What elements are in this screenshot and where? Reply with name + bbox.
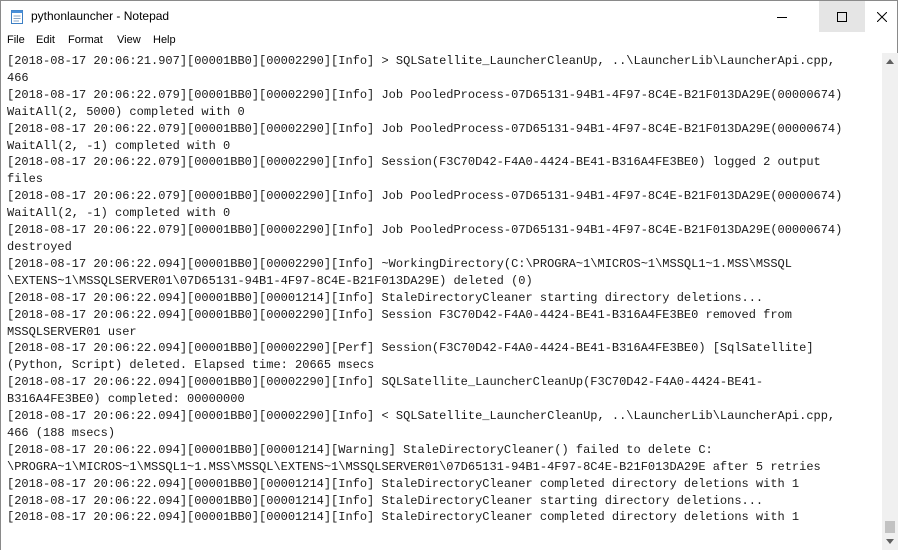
log-line: [2018-08-17 20:06:22.094][00001BB0][0000… — [7, 510, 800, 525]
maximize-icon — [837, 11, 847, 22]
minimize-button[interactable] — [759, 1, 805, 32]
menu-edit[interactable]: Edit — [36, 34, 55, 46]
log-line: B316A4FE3BE0) completed: 00000000 — [7, 392, 245, 407]
chevron-up-icon — [886, 59, 894, 64]
notepad-icon — [9, 9, 25, 25]
log-line: [2018-08-17 20:06:22.094][00001BB0][0000… — [7, 442, 713, 457]
notepad-window: pythonlauncher - Notepad File Edit Forma… — [0, 0, 898, 550]
scroll-thumb[interactable] — [885, 521, 895, 533]
log-line: [2018-08-17 20:06:22.079][00001BB0][0000… — [7, 223, 843, 238]
scroll-up-button[interactable] — [882, 53, 898, 70]
log-line: [2018-08-17 20:06:22.094][00001BB0][0000… — [7, 256, 792, 271]
log-line: [2018-08-17 20:06:22.094][00001BB0][0000… — [7, 493, 764, 508]
close-button[interactable] — [859, 1, 900, 32]
log-line: \EXTENS~1\MSSQLSERVER01\07D65131-94B1-4F… — [7, 273, 533, 288]
log-line: [2018-08-17 20:06:22.079][00001BB0][0000… — [7, 121, 843, 136]
log-line: [2018-08-17 20:06:22.079][00001BB0][0000… — [7, 189, 843, 204]
menu-view[interactable]: View — [117, 34, 141, 46]
menu-help[interactable]: Help — [153, 34, 176, 46]
log-line: WaitAll(2, -1) completed with 0 — [7, 138, 231, 153]
window-title: pythonlauncher - Notepad — [31, 9, 170, 23]
log-line: [2018-08-17 20:06:22.094][00001BB0][0000… — [7, 409, 836, 424]
log-text[interactable]: [2018-08-17 20:06:21.907][00001BB0][0000… — [1, 53, 882, 526]
log-line: files — [7, 172, 44, 187]
title-bar[interactable]: pythonlauncher - Notepad — [1, 1, 897, 32]
minimize-icon — [777, 16, 787, 18]
log-line: WaitAll(2, -1) completed with 0 — [7, 206, 231, 221]
close-icon — [877, 11, 887, 22]
menu-file[interactable]: File — [7, 34, 25, 46]
log-line: [2018-08-17 20:06:22.094][00001BB0][0000… — [7, 290, 764, 305]
log-line: destroyed — [7, 239, 72, 254]
log-line: WaitAll(2, 5000) completed with 0 — [7, 104, 245, 119]
log-line: [2018-08-17 20:06:21.907][00001BB0][0000… — [7, 54, 836, 68]
scroll-down-button[interactable] — [882, 533, 898, 550]
menu-format[interactable]: Format — [68, 34, 103, 46]
log-line: [2018-08-17 20:06:22.094][00001BB0][0000… — [7, 307, 792, 322]
log-line: (Python, Script) deleted. Elapsed time: … — [7, 358, 375, 373]
log-line: [2018-08-17 20:06:22.094][00001BB0][0000… — [7, 341, 814, 356]
log-line: [2018-08-17 20:06:22.094][00001BB0][0000… — [7, 476, 800, 491]
log-line: 466 (188 msecs) — [7, 425, 116, 440]
log-line: 466 — [7, 70, 29, 85]
log-line: [2018-08-17 20:06:22.079][00001BB0][0000… — [7, 87, 843, 102]
log-line: \PROGRA~1\MICROS~1\MSSQL1~1.MSS\MSSQL\EX… — [7, 459, 821, 474]
vertical-scrollbar[interactable] — [882, 53, 898, 550]
log-line: [2018-08-17 20:06:22.079][00001BB0][0000… — [7, 155, 821, 170]
log-line: [2018-08-17 20:06:22.094][00001BB0][0000… — [7, 375, 764, 390]
chevron-down-icon — [886, 539, 894, 544]
text-editor[interactable]: [2018-08-17 20:06:21.907][00001BB0][0000… — [1, 53, 882, 550]
menu-bar: File Edit Format View Help — [1, 32, 897, 52]
log-line: MSSQLSERVER01 user — [7, 324, 137, 339]
